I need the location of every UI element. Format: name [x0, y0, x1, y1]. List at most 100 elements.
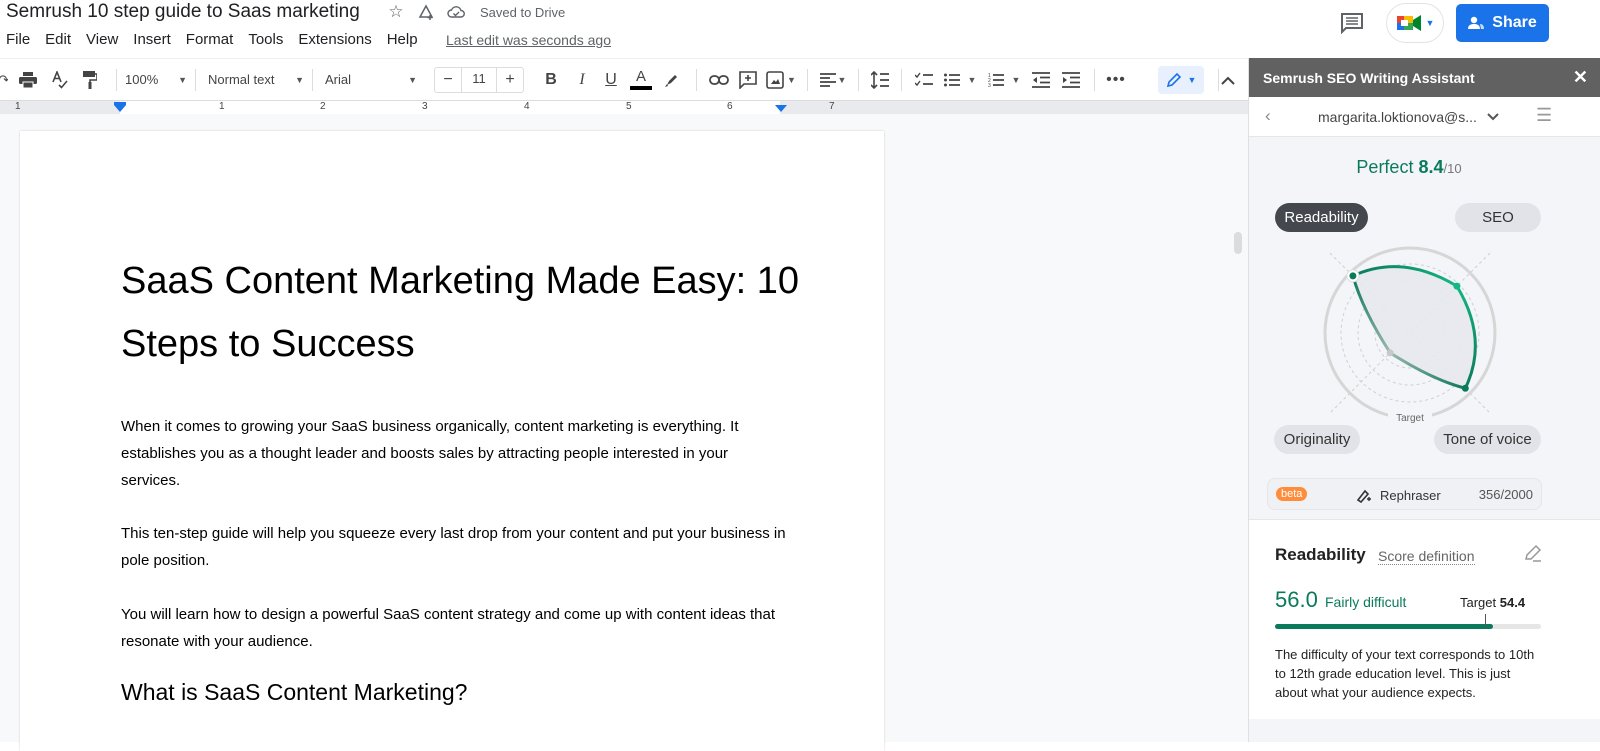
star-icon[interactable]: ☆	[386, 2, 406, 22]
paragraph[interactable]: You will learn how to design a powerful …	[121, 601, 791, 655]
spellcheck-button[interactable]	[48, 66, 72, 94]
menu-tools[interactable]: Tools	[248, 31, 283, 48]
comments-button[interactable]	[1340, 12, 1364, 35]
decrease-font-size-button[interactable]: −	[435, 71, 461, 89]
numbered-list-button[interactable]: 123 ▼	[982, 66, 1026, 94]
redo-icon[interactable]: ↷	[0, 66, 8, 94]
document-heading[interactable]: SaaS Content Marketing Made Easy: 10 Ste…	[121, 250, 821, 376]
readability-score: 56.0	[1275, 587, 1318, 612]
score-max: /10	[1443, 161, 1462, 176]
back-chevron-icon[interactable]: ‹	[1265, 106, 1271, 126]
score-value: 8.4	[1418, 157, 1444, 177]
font-size-input[interactable]: 11	[461, 66, 497, 93]
numbered-list-caret-icon: ▼	[1011, 74, 1021, 85]
last-edit-link[interactable]: Last edit was seconds ago	[446, 32, 611, 48]
beta-badge: beta	[1276, 487, 1308, 501]
account-bar: ‹ margarita.loktionova@s... ☰	[1249, 97, 1600, 137]
more-options-button[interactable]: •••	[1103, 66, 1129, 94]
italic-icon: I	[579, 70, 585, 88]
editing-mode-button[interactable]: ▼	[1158, 66, 1204, 94]
move-to-drive-icon[interactable]	[416, 2, 436, 22]
decrease-indent-button[interactable]	[1026, 66, 1056, 94]
edit-pencil-icon[interactable]	[1524, 544, 1542, 567]
tab-seo[interactable]: SEO	[1455, 203, 1541, 232]
font-select[interactable]: Arial ▼	[321, 66, 417, 94]
target-prefix: Target	[1460, 595, 1497, 610]
toolbar-divider	[696, 68, 697, 91]
readability-target-marker	[1485, 614, 1487, 628]
score-label: Perfect	[1356, 157, 1414, 177]
highlight-button[interactable]	[656, 66, 688, 94]
menu-view[interactable]: View	[86, 31, 118, 48]
close-icon[interactable]: ✕	[1573, 67, 1588, 88]
insert-link-button[interactable]	[705, 66, 733, 94]
zoom-value: 100%	[125, 72, 159, 87]
magic-wand-icon	[1356, 489, 1371, 503]
document-title[interactable]: Semrush 10 step guide to Saas marketing	[6, 1, 360, 23]
bulleted-list-button[interactable]: ▼	[938, 66, 982, 94]
bold-button[interactable]: B	[534, 66, 568, 94]
radar-point-originality	[1386, 349, 1394, 357]
menu-insert[interactable]: Insert	[133, 31, 171, 48]
print-button[interactable]	[8, 66, 48, 94]
align-button[interactable]: ▼	[816, 66, 850, 94]
right-indent-marker[interactable]	[775, 105, 787, 112]
checklist-button[interactable]	[910, 66, 938, 94]
toolbar-divider	[807, 68, 808, 91]
ruler-label: 6	[727, 101, 733, 112]
tab-tone-of-voice[interactable]: Tone of voice	[1434, 425, 1541, 454]
vertical-scrollbar[interactable]	[1234, 232, 1242, 254]
paint-format-button[interactable]	[72, 66, 108, 94]
meet-dropdown-icon: ▼	[1425, 18, 1435, 28]
rephraser-button[interactable]: Rephraser	[1356, 487, 1441, 503]
tab-readability[interactable]: Readability	[1275, 203, 1368, 232]
insert-image-button[interactable]: ▼	[763, 66, 799, 94]
italic-button[interactable]: I	[568, 66, 596, 94]
meet-button[interactable]: ▼	[1386, 3, 1444, 43]
document-page[interactable]: SaaS Content Marketing Made Easy: 10 Ste…	[20, 131, 884, 751]
paragraph[interactable]: When it comes to growing your SaaS busin…	[121, 413, 791, 494]
style-select[interactable]: Normal text ▼	[204, 66, 304, 94]
meet-icon	[1396, 15, 1421, 31]
hamburger-menu-icon[interactable]: ☰	[1536, 105, 1552, 126]
radar-point-tone-of-voice	[1461, 384, 1469, 392]
rephraser-bar[interactable]: beta Rephraser 356/2000	[1267, 478, 1542, 510]
section-heading[interactable]: What is SaaS Content Marketing?	[121, 679, 467, 706]
increase-font-size-button[interactable]: +	[497, 71, 523, 89]
menu-file[interactable]: File	[6, 31, 30, 48]
left-indent-marker[interactable]	[114, 105, 126, 112]
menu-extensions[interactable]: Extensions	[298, 31, 371, 48]
add-comment-button[interactable]	[733, 66, 763, 94]
document-canvas: SaaS Content Marketing Made Easy: 10 Ste…	[0, 114, 1248, 751]
rephraser-label: Rephraser	[1380, 487, 1441, 503]
paragraph[interactable]: This ten-step guide will help you squeez…	[121, 520, 791, 574]
readability-description: The difficulty of your text corresponds …	[1275, 647, 1535, 700]
score-definition-link[interactable]: Score definition	[1378, 548, 1475, 565]
increase-indent-button[interactable]	[1056, 66, 1086, 94]
menu-format[interactable]: Format	[186, 31, 234, 48]
tab-originality[interactable]: Originality	[1274, 425, 1360, 454]
menu-bar: File Edit View Insert Format Tools Exten…	[6, 31, 433, 48]
share-button[interactable]: Share	[1456, 4, 1549, 42]
ruler-label: 3	[422, 101, 428, 112]
saved-status: Saved to Drive	[480, 4, 566, 20]
share-label: Share	[1492, 14, 1537, 31]
hide-menus-button[interactable]	[1218, 66, 1238, 94]
menu-help[interactable]: Help	[387, 31, 418, 48]
style-caret-icon: ▼	[295, 74, 304, 85]
cloud-saved-icon[interactable]	[446, 2, 466, 22]
first-line-indent-marker[interactable]	[114, 102, 126, 105]
horizontal-ruler[interactable]: 1 1 2 3 4 5 6 7	[0, 100, 1248, 115]
account-email[interactable]: margarita.loktionova@s...	[1318, 109, 1477, 125]
toolbar-divider	[195, 68, 196, 91]
text-color-button[interactable]: A	[626, 66, 656, 94]
account-dropdown-icon[interactable]	[1487, 108, 1499, 124]
editing-mode-caret-icon: ▼	[1187, 75, 1197, 85]
svg-text:3: 3	[988, 83, 991, 88]
align-left-icon	[819, 72, 836, 87]
menu-edit[interactable]: Edit	[45, 31, 71, 48]
underline-button[interactable]: U	[596, 66, 626, 94]
ruler-label: 2	[320, 101, 326, 112]
zoom-select[interactable]: 100% ▼	[125, 66, 187, 94]
line-spacing-button[interactable]	[867, 66, 893, 94]
